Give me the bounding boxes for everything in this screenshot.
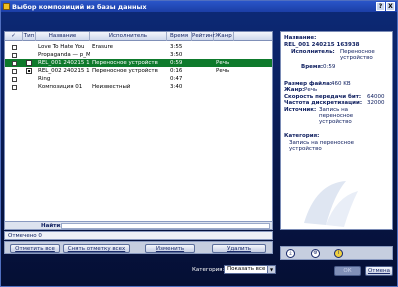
table-row[interactable]: ▪ REL_002 240215 1719 Переносное устройс… [5,67,272,75]
row-genre [216,83,236,91]
table-row[interactable]: Композиция 01 Неизвестный 3:40 [5,83,272,91]
row-artist: Переносное устройств [92,60,158,66]
row-checkbox[interactable] [12,76,17,82]
recording-type-icon: ▪ [26,60,32,66]
genre-value: Речь [304,87,318,93]
row-artist: Переносное устройств [92,68,158,74]
marked-count: Отмечено 0 [4,231,273,240]
row-time: 3:40 [170,84,183,90]
settings-icon[interactable]: ⚙ [311,249,320,258]
row-checkbox[interactable] [12,84,17,90]
row-artist: Erasure [92,44,113,50]
category-select-value: Показать все [227,266,266,272]
size-value: 460 KB [331,81,351,87]
row-artist: Неизвестный [92,84,131,90]
row-genre [216,43,236,51]
column-time[interactable]: Время [167,32,192,41]
row-name: Композиция 01 [38,84,83,90]
column-genre[interactable]: Жанр [214,32,234,41]
category-label: Категория: [192,267,225,273]
column-check[interactable]: ✓ [5,32,23,41]
table-row[interactable]: Ring 0:47 [5,75,272,83]
row-time: 0:16 [170,68,183,74]
row-genre [216,75,236,83]
search-bar: Найти: [4,221,273,230]
row-name: REL_002 240215 1719 [38,68,90,74]
row-time: 0:59 [170,60,183,66]
list-button-bar: Отметить все Снять отметку всех Изменить… [4,241,273,254]
export-icon[interactable]: ⤓ [286,249,295,258]
row-name: Propaganda — p_Mach [38,52,90,58]
row-checkbox[interactable] [12,60,17,66]
dialog-window: Выбор композиций из базы данных ? X ✓ Ти… [0,0,398,287]
source-value-line3: устройство [319,119,352,125]
row-genre: Речь [216,60,230,66]
cancel-button[interactable]: Отмена [365,266,393,276]
row-name: Love To Hate You [38,44,85,50]
title-bar: Выбор композиций из базы данных ? X [1,1,397,12]
table-row[interactable]: Propaganda — p_Mach 3:50 [5,51,272,59]
sample-rate-label: Частота дискретизации: [284,100,363,106]
time-value: 0:59 [323,64,336,70]
help-button[interactable]: ? [376,2,385,11]
row-name: Ring [38,76,51,82]
ok-button[interactable]: ОК [334,266,361,276]
genre-label: Жанр: [284,87,305,93]
list-header: ✓ Тип Название Исполнитель Время Рейтинг… [5,32,272,41]
unmark-all-button[interactable]: Снять отметку всех [63,244,130,253]
title-label: Название: [284,35,317,41]
time-label: Время: [301,64,324,70]
row-time: 3:55 [170,44,183,50]
column-type[interactable]: Тип [23,32,36,41]
category-info-label: Категория: [284,133,320,139]
row-time: 3:50 [170,52,183,58]
info-icon[interactable]: i [334,249,343,258]
mark-all-button[interactable]: Отметить все [10,244,60,253]
category-select[interactable]: Показать все ▼ [224,265,276,274]
artist-label: Исполнитель: [291,49,335,55]
close-button[interactable]: X [386,2,395,11]
title-value: REL_001 240215 163938 [284,42,360,48]
delete-button[interactable]: Удалить [212,244,266,253]
artist-value-line2: устройство [340,55,373,61]
window-title: Выбор композиций из базы данных [12,2,147,11]
device-logo-watermark [304,181,358,227]
search-input[interactable] [61,223,270,229]
category-info-value-line2: устройство [289,146,322,152]
sample-rate-value: 32000 [367,100,385,106]
search-label: Найти: [41,223,63,229]
row-genre [216,51,236,59]
row-genre: Речь [216,68,230,74]
row-time: 0:47 [170,76,183,82]
source-label: Источник: [284,107,317,113]
column-rating[interactable]: Рейтинг [192,32,216,41]
row-artist [92,51,166,59]
row-checkbox[interactable] [12,68,17,74]
chevron-down-icon[interactable]: ▼ [267,266,275,273]
row-name: REL_001 240215 1639 [38,60,90,66]
table-row-selected[interactable]: ▪ REL_001 240215 1639 Переносное устройс… [5,59,272,67]
details-toolbar: ⤓ ⚙ i [280,246,393,260]
recording-type-icon: ▪ [26,68,32,74]
column-name[interactable]: Название [36,32,90,41]
edit-button[interactable]: Изменить [145,244,195,253]
column-artist[interactable]: Исполнитель [90,32,167,41]
app-icon [3,3,10,10]
row-artist [92,75,166,83]
table-row[interactable]: Love To Hate You Erasure 3:55 [5,43,272,51]
row-checkbox[interactable] [12,44,17,50]
row-checkbox[interactable] [12,52,17,58]
column-spacer [234,32,272,41]
composition-list[interactable]: ✓ Тип Название Исполнитель Время Рейтинг… [4,31,273,229]
